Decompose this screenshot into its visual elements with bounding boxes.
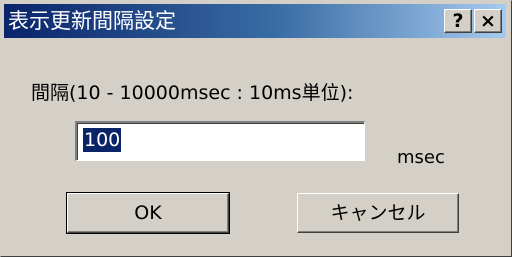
dialog-window: 表示更新間隔設定 ? × 間隔(10 - 10000msec : 10ms単位)… xyxy=(0,0,512,257)
close-button[interactable]: × xyxy=(474,9,502,33)
interval-label: 間隔(10 - 10000msec : 10ms単位): xyxy=(31,82,354,104)
interval-input-value: 100 xyxy=(83,128,122,152)
ok-button[interactable]: OK xyxy=(66,192,230,234)
help-button[interactable]: ? xyxy=(444,9,472,33)
unit-label: msec xyxy=(397,147,445,168)
title-bar[interactable]: 表示更新間隔設定 ? × xyxy=(4,4,506,38)
interval-input[interactable]: 100 xyxy=(75,121,365,161)
cancel-button[interactable]: キャンセル xyxy=(297,193,459,233)
dialog-title: 表示更新間隔設定 xyxy=(8,9,176,33)
